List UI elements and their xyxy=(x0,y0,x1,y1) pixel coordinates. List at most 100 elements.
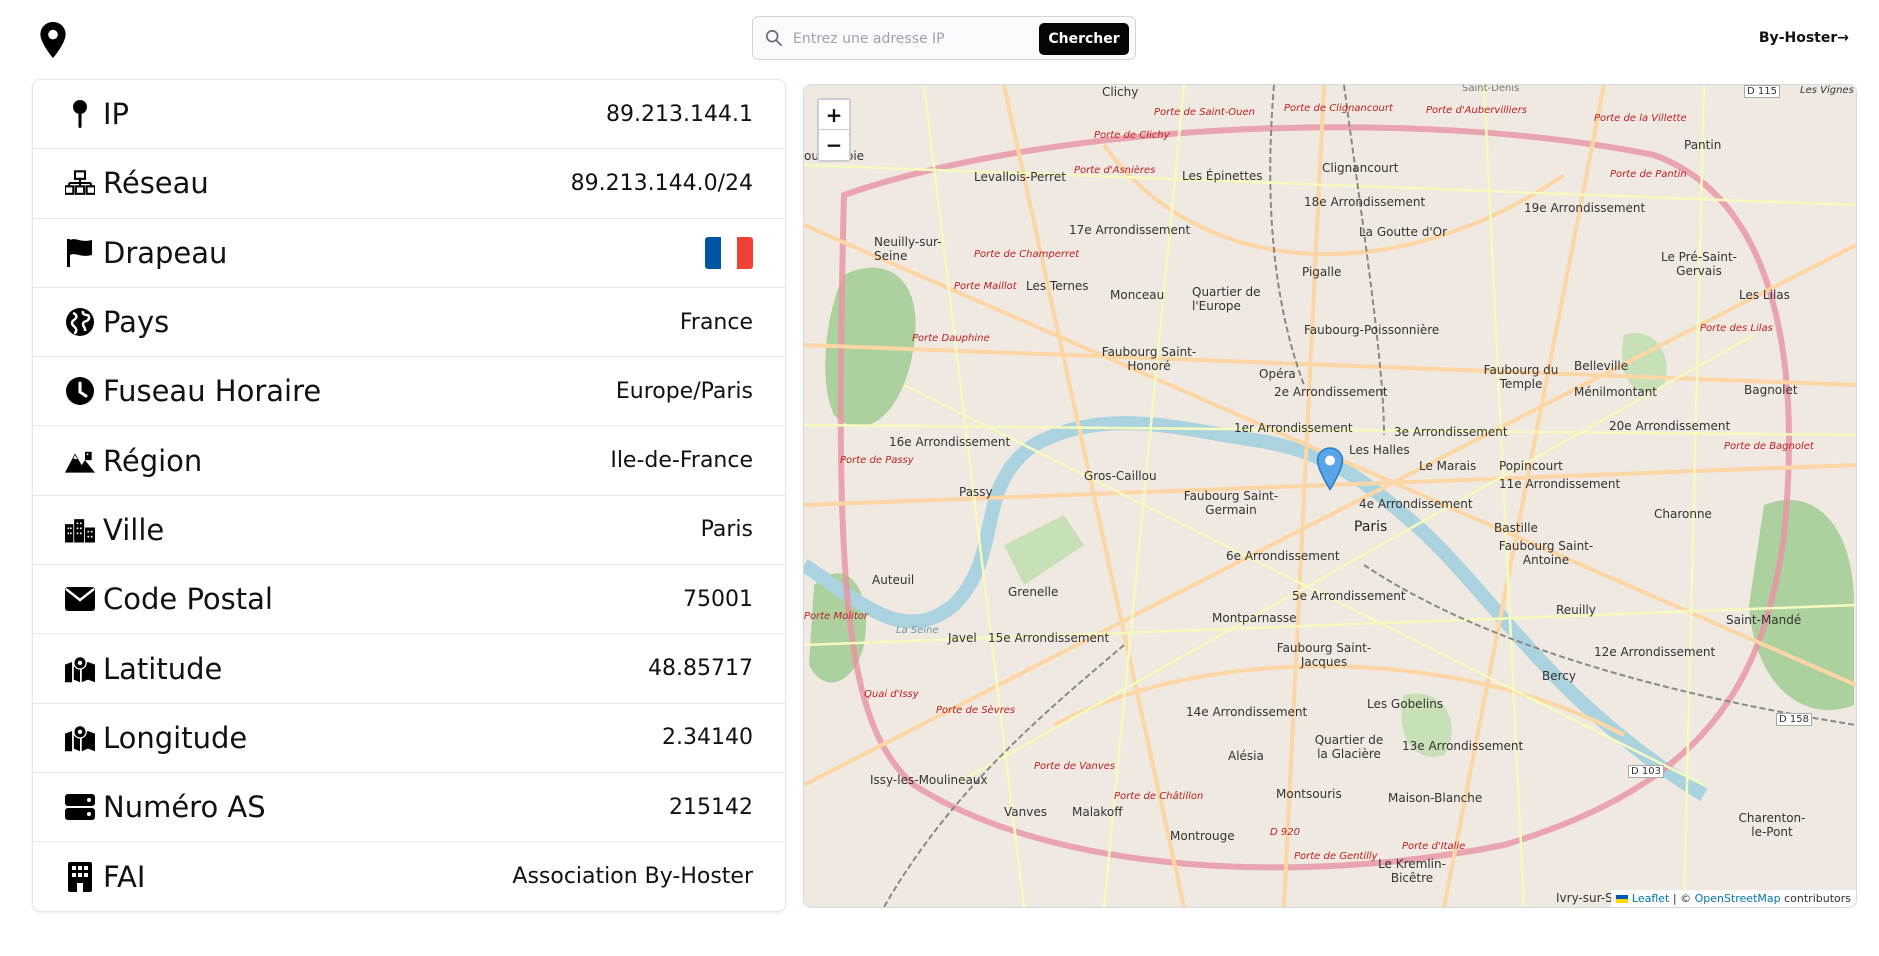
map-label: Porte des Lilas xyxy=(1700,323,1773,334)
zoom-controls: + − xyxy=(817,98,851,162)
map-attribution: Leaflet | © OpenStreetMap contributors xyxy=(1611,890,1856,907)
map-label: Porte de Passy xyxy=(840,455,914,466)
france-flag xyxy=(705,236,753,269)
map-label: Porte de Pantin xyxy=(1610,169,1687,180)
network-value: 89.213.144.0/24 xyxy=(570,170,753,196)
info-row-region: Région Ile-de-France xyxy=(33,426,785,496)
leaflet-link[interactable]: Leaflet xyxy=(1632,892,1669,905)
map-label: Porte de Châtillon xyxy=(1114,791,1204,802)
row-label: Réseau xyxy=(103,166,209,201)
map-label: Porte de Sèvres xyxy=(936,705,1016,716)
map-label: 20e Arrondissement xyxy=(1609,419,1731,433)
row-label: IP xyxy=(103,97,130,132)
timezone-value: Europe/Paris xyxy=(615,378,753,404)
map-label: Charenton-le-Pont xyxy=(1738,811,1806,839)
postal-code-value: 75001 xyxy=(683,586,753,612)
map-label: Le Kremlin-Bicêtre xyxy=(1378,857,1446,885)
map-label: Belleville xyxy=(1574,359,1629,373)
row-label: Région xyxy=(103,443,203,478)
map-label: La Goutte d'Or xyxy=(1359,225,1448,239)
clock-icon xyxy=(65,376,95,406)
map-label: Pantin xyxy=(1684,138,1722,152)
info-row-longitude: Longitude 2.34140 xyxy=(33,704,785,773)
by-hoster-link[interactable]: By-Hoster→ xyxy=(1759,30,1849,46)
osm-link[interactable]: OpenStreetMap xyxy=(1695,892,1781,905)
map-label: Le Pré-Saint-Gervais xyxy=(1660,250,1738,278)
city-icon xyxy=(65,515,95,545)
map-label: 5e Arrondissement xyxy=(1292,589,1406,603)
longitude-value: 2.34140 xyxy=(662,725,753,751)
map-label: 4e Arrondissement xyxy=(1359,497,1473,511)
map-label: Porte d'Italie xyxy=(1402,841,1466,852)
map-label: Les Vignes xyxy=(1800,85,1854,96)
city-value: Paris xyxy=(700,517,753,543)
map-label: Porte de la Villette xyxy=(1594,113,1687,124)
map-label: Auteuil xyxy=(872,573,915,587)
info-row-isp: FAI Association By-Hoster xyxy=(33,842,785,911)
latitude-value: 48.85717 xyxy=(648,656,753,682)
search-icon xyxy=(765,29,783,47)
map-label: Pigalle xyxy=(1302,265,1342,279)
map-label: 18e Arrondissement xyxy=(1304,195,1426,209)
network-icon xyxy=(65,168,95,198)
ip-search-input[interactable] xyxy=(791,23,1035,55)
ukraine-flag-icon xyxy=(1616,895,1629,903)
row-label: Longitude xyxy=(103,720,248,755)
flag-icon xyxy=(65,238,95,268)
mountain-city-icon xyxy=(65,446,95,476)
map-label: Porte d'Asnières xyxy=(1074,165,1156,176)
map-label: Faubourg Saint-Jacques xyxy=(1276,641,1372,669)
attribution-suffix: contributors xyxy=(1780,892,1851,905)
location-pin-icon[interactable] xyxy=(38,22,68,58)
map-label: Quai d'Issy xyxy=(864,689,919,700)
map-label: Quartier de la Glacière xyxy=(1314,733,1384,761)
map-label: Issy-les-Moulineaux xyxy=(870,773,988,787)
info-row-timezone: Fuseau Horaire Europe/Paris xyxy=(33,357,785,427)
map-label: Porte Molitor xyxy=(804,611,868,622)
map-label: Clignancourt xyxy=(1322,161,1399,175)
info-row-city: Ville Paris xyxy=(33,496,785,566)
row-label: Ville xyxy=(103,512,165,547)
map-label: Saint-Denis xyxy=(1462,84,1520,94)
search-button[interactable]: Chercher xyxy=(1039,23,1129,55)
map-label: Porte de Saint-Ouen xyxy=(1154,107,1256,118)
info-row-latitude: Latitude 48.85717 xyxy=(33,634,785,704)
map-label: Paris xyxy=(1354,519,1388,535)
as-number-value: 215142 xyxy=(669,794,753,820)
map-label: Clichy xyxy=(1102,85,1139,99)
map-label: Popincourt xyxy=(1499,459,1563,473)
attribution-separator: | © xyxy=(1669,892,1695,905)
info-row-ip: IP 89.213.144.1 xyxy=(33,80,785,150)
map-label: 6e Arrondissement xyxy=(1226,549,1340,563)
map-label: Passy xyxy=(959,485,993,499)
map-label: Le Marais xyxy=(1419,459,1477,473)
row-label: FAI xyxy=(103,859,146,894)
zoom-out-button[interactable]: − xyxy=(819,130,849,160)
map-label: Faubourg Saint-Honoré xyxy=(1101,345,1197,373)
map-label: 15e Arrondissement xyxy=(988,631,1110,645)
map-location-icon xyxy=(65,654,95,684)
pin-icon xyxy=(65,99,95,129)
map-label: 2e Arrondissement xyxy=(1274,385,1388,399)
map-label: Gros-Caillou xyxy=(1084,469,1157,483)
map-label: Bagnolet xyxy=(1744,383,1798,397)
map-label: Vanves xyxy=(1004,805,1047,819)
map-label: Reuilly xyxy=(1556,603,1596,617)
map-view[interactable]: Clichy Levallois-Perret Neuilly-sur-Sein… xyxy=(803,84,1857,908)
zoom-in-button[interactable]: + xyxy=(819,100,849,130)
map-label: Alésia xyxy=(1228,749,1264,763)
map-label: Porte de Gentilly xyxy=(1294,851,1378,862)
map-label: Montparnasse xyxy=(1212,611,1297,625)
map-label: 11e Arrondissement xyxy=(1499,477,1621,491)
map-label: Porte de Clichy xyxy=(1094,130,1170,141)
search-bar: Chercher xyxy=(752,16,1136,60)
top-bar: Chercher By-Hoster→ xyxy=(0,0,1879,80)
map-label: Porte de Vanves xyxy=(1034,761,1116,772)
road-shield: D 115 xyxy=(1744,85,1780,98)
map-label: La Seine xyxy=(896,625,939,636)
info-row-as-number: Numéro AS 215142 xyxy=(33,773,785,843)
map-label: 17e Arrondissement xyxy=(1069,223,1191,237)
location-marker-icon[interactable] xyxy=(1316,447,1344,491)
map-label: Saint-Mandé xyxy=(1726,613,1802,627)
map-label: Opéra xyxy=(1259,367,1296,381)
